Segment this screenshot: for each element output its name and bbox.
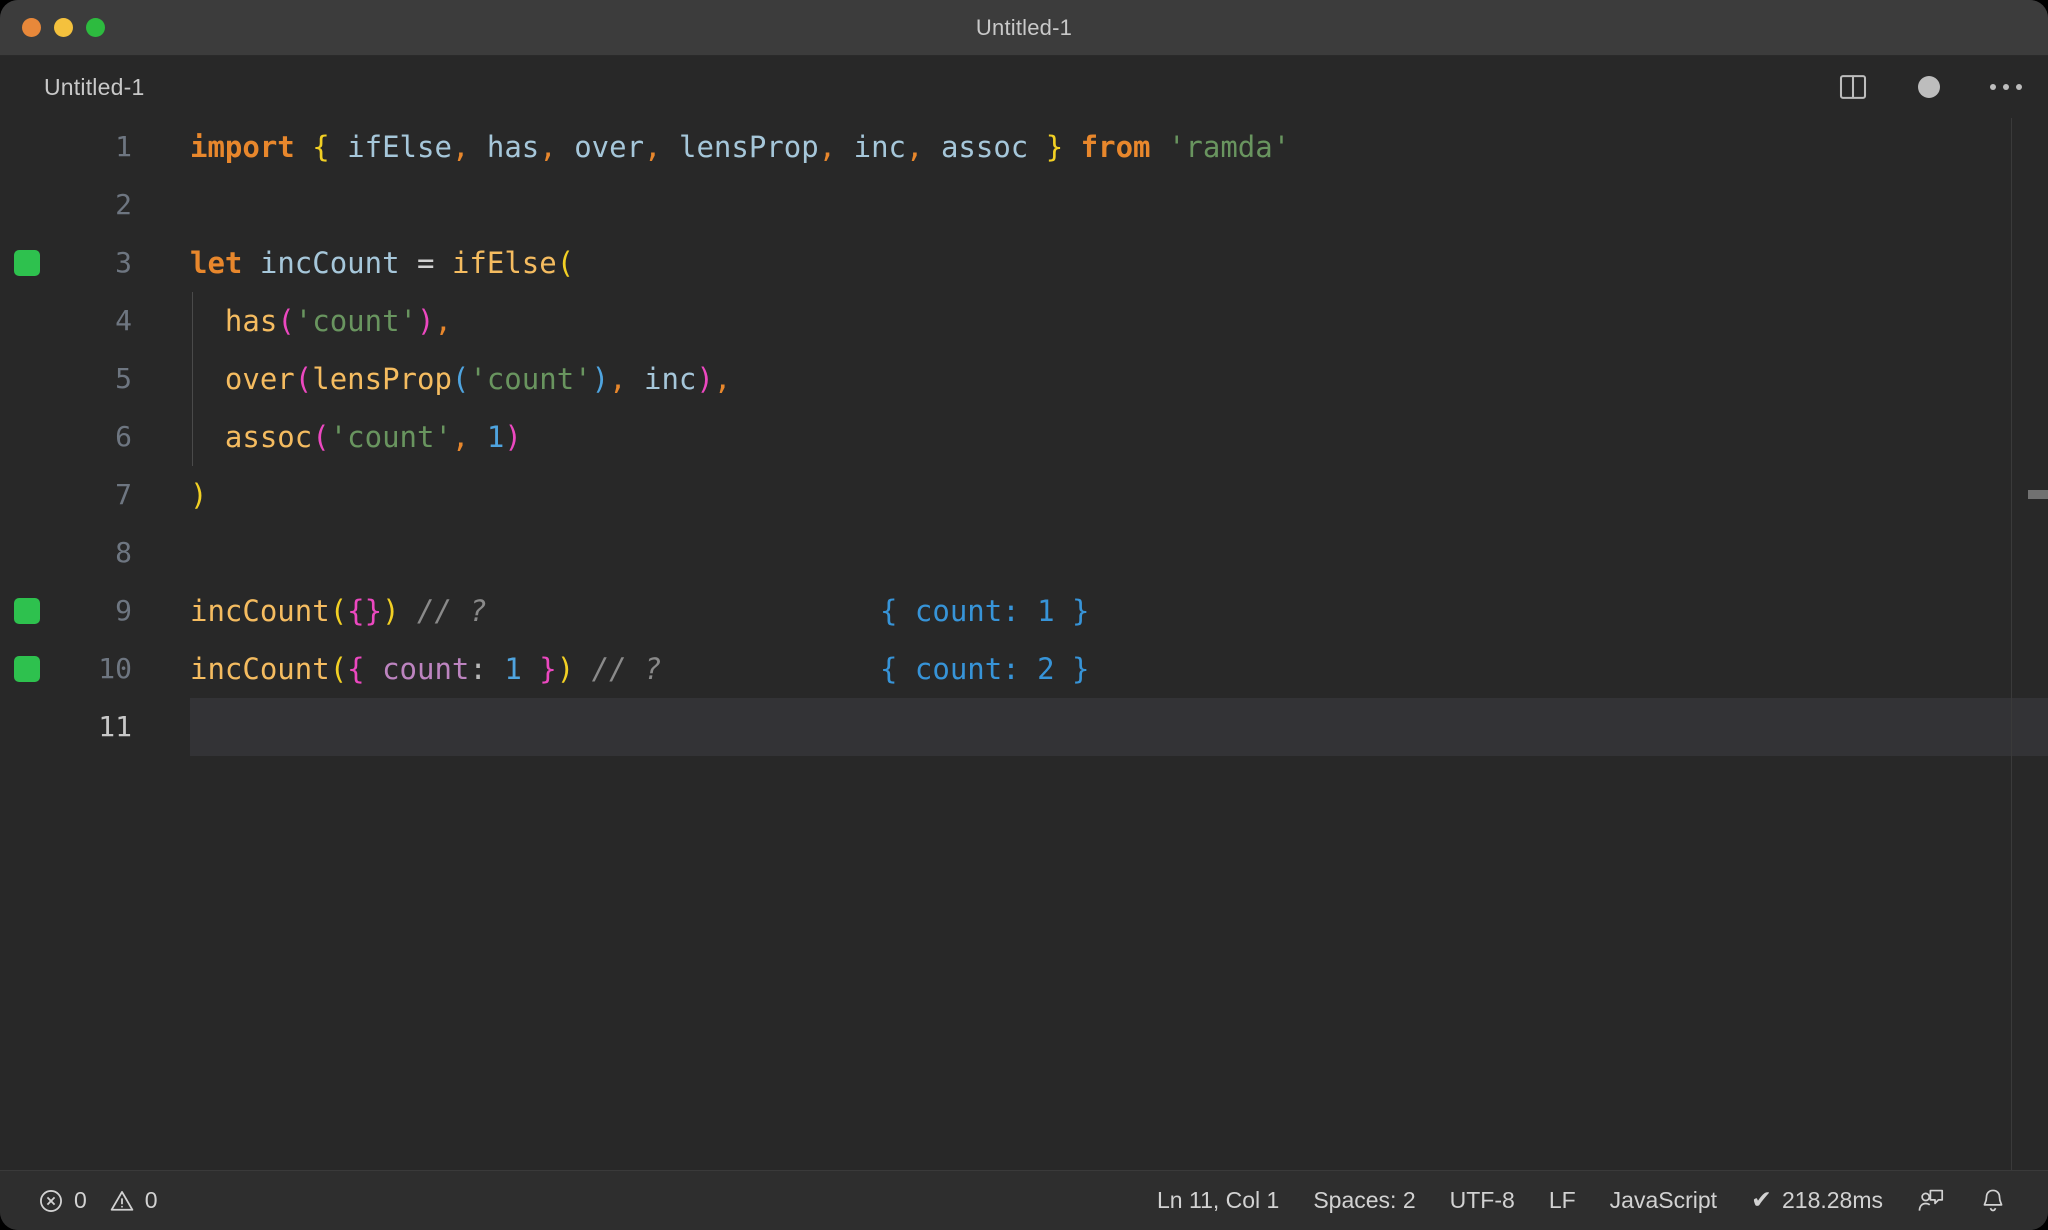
line-content: assoc('count', 1) — [224, 420, 522, 454]
line-number: 9 — [115, 594, 132, 627]
line-content: incCount({ count: 1 }) // ? — [190, 652, 662, 686]
line-content: over(lensProp('count'), inc), — [224, 362, 732, 396]
error-circle-icon — [38, 1188, 64, 1214]
maximize-window-button[interactable] — [86, 18, 105, 37]
editor-tabstrip: Untitled-1 — [0, 56, 2048, 118]
code-line[interactable]: 5 over(lensProp('count'), inc), — [0, 350, 2048, 408]
inline-result: { count: 2 } — [880, 652, 1090, 686]
line-content: ) — [190, 478, 208, 512]
inline-result: { count: 1 } — [880, 594, 1090, 628]
line-number: 2 — [115, 188, 132, 221]
check-icon: ✔ — [1751, 1186, 1772, 1214]
traffic-lights — [22, 18, 105, 37]
run-marker-icon — [14, 250, 40, 276]
run-marker-icon — [14, 656, 40, 682]
code-line[interactable]: 2 — [0, 176, 2048, 234]
code-line[interactable]: 6 assoc('count', 1) — [0, 408, 2048, 466]
editor-actions — [1838, 72, 2022, 102]
line-number: 6 — [115, 420, 132, 453]
code-line[interactable]: 10 incCount({ count: 1 }) // ? { count: … — [0, 640, 2048, 698]
run-time-status[interactable]: ✔ 218.28ms — [1734, 1179, 1900, 1223]
line-content: import { ifElse, has, over, lensProp, in… — [190, 130, 1291, 164]
code-line-current[interactable]: 11 — [0, 698, 2048, 756]
code-line[interactable]: 8 — [0, 524, 2048, 582]
close-window-button[interactable] — [22, 18, 41, 37]
line-number: 3 — [115, 246, 132, 279]
line-number: 4 — [115, 304, 132, 337]
eol-status[interactable]: LF — [1532, 1179, 1593, 1223]
status-bar: 0 0 Ln 11, Col 1 Spaces: 2 UTF-8 LF Java… — [0, 1170, 2048, 1230]
code-line[interactable]: 7 ) — [0, 466, 2048, 524]
minimize-window-button[interactable] — [54, 18, 73, 37]
code-line[interactable]: 4 has('count'), — [0, 292, 2048, 350]
run-time-value: 218.28ms — [1781, 1187, 1883, 1213]
split-editor-icon[interactable] — [1838, 72, 1868, 102]
line-number: 10 — [98, 652, 132, 685]
more-actions-icon[interactable] — [1990, 84, 2022, 90]
encoding-status[interactable]: UTF-8 — [1433, 1179, 1532, 1223]
bell-icon — [1979, 1187, 2007, 1215]
window-titlebar: Untitled-1 — [0, 0, 2048, 56]
overview-ruler-mark[interactable] — [2028, 490, 2048, 499]
editor-window: Untitled-1 Untitled-1 1 import { ifElse,… — [0, 0, 2048, 1230]
code-line[interactable]: 1 import { ifElse, has, over, lensProp, … — [0, 118, 2048, 176]
line-content: incCount({}) // ? — [190, 594, 487, 628]
line-number: 7 — [115, 478, 132, 511]
warning-triangle-icon — [109, 1188, 135, 1214]
overview-ruler[interactable] — [2028, 118, 2048, 1170]
current-line-highlight — [190, 698, 2048, 756]
line-content: let incCount = ifElse( — [190, 246, 575, 280]
window-title: Untitled-1 — [975, 14, 1073, 40]
line-number: 11 — [98, 710, 132, 743]
line-number: 5 — [115, 362, 132, 395]
code-line[interactable]: 3 let incCount = ifElse( — [0, 234, 2048, 292]
status-bar-left: 0 0 — [34, 1179, 175, 1223]
line-number: 8 — [115, 536, 132, 569]
cursor-position-status[interactable]: Ln 11, Col 1 — [1153, 1179, 1296, 1223]
notifications-status[interactable] — [1962, 1179, 2024, 1223]
feedback-icon — [1917, 1187, 1945, 1215]
indentation-status[interactable]: Spaces: 2 — [1296, 1179, 1432, 1223]
run-marker-icon — [14, 598, 40, 624]
code-line[interactable]: 9 incCount({}) // ? { count: 1 } — [0, 582, 2048, 640]
tab-untitled-1[interactable]: Untitled-1 — [44, 74, 144, 101]
language-mode-status[interactable]: JavaScript — [1593, 1179, 1734, 1223]
feedback-status[interactable] — [1900, 1179, 1962, 1223]
status-bar-right: Ln 11, Col 1 Spaces: 2 UTF-8 LF JavaScri… — [1153, 1179, 2024, 1223]
error-count: 0 — [74, 1187, 87, 1213]
minimap-divider — [2011, 118, 2012, 1170]
warning-count: 0 — [144, 1187, 158, 1213]
code-lines[interactable]: 1 import { ifElse, has, over, lensProp, … — [0, 118, 2048, 1170]
line-content: has('count'), — [224, 304, 452, 338]
problems-status[interactable]: 0 0 — [34, 1179, 175, 1223]
code-editor[interactable]: 1 import { ifElse, has, over, lensProp, … — [0, 118, 2048, 1170]
unsaved-dot-icon[interactable] — [1918, 76, 1940, 98]
line-number: 1 — [115, 130, 132, 163]
